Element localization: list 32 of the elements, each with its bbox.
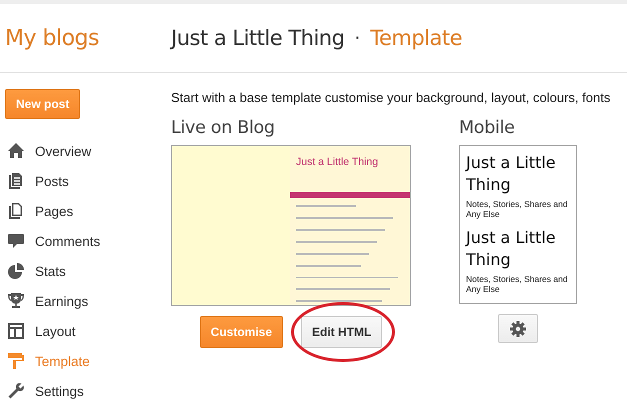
mobile-heading: Mobile — [459, 118, 516, 138]
document-icon — [7, 172, 25, 190]
live-heading: Live on Blog — [171, 118, 276, 138]
section-title: Template — [370, 26, 462, 50]
pages-icon — [7, 202, 25, 220]
layout-icon — [7, 322, 25, 340]
nav-item[interactable]: Posts — [5, 166, 171, 196]
mobile-blog-subtitle: Notes, Stories, Shares and Any Else — [466, 199, 569, 219]
edit-html-button[interactable]: Edit HTML — [301, 316, 382, 348]
mobile-blog-title: Just a Little Thing — [466, 152, 557, 196]
preview-text-line — [296, 264, 361, 266]
preview-text-line — [296, 205, 356, 208]
home-icon — [7, 142, 25, 160]
settings-button[interactable] — [498, 314, 538, 343]
nav-item[interactable]: Overview — [5, 136, 171, 166]
nav-item[interactable]: Layout — [5, 316, 171, 346]
mobile-blog-subtitle: Notes, Stories, Shares and Any Else — [466, 274, 569, 294]
nav-item[interactable]: Pages — [5, 196, 171, 226]
speech-bubble-icon — [7, 232, 25, 250]
intro-text: Start with a base template customise your background, layout, colours, fonts — [171, 90, 612, 106]
trophy-icon — [7, 292, 25, 310]
paint-roller-icon — [7, 352, 25, 370]
nav-item[interactable]: Earnings — [5, 286, 171, 316]
mobile-blog-title: Just a Little Thing — [466, 227, 557, 271]
separator-dot: · — [354, 28, 360, 48]
nav-item[interactable]: Stats — [5, 256, 171, 286]
preview-title: Just a Little Thing — [295, 156, 380, 168]
nav-item[interactable]: Comments — [5, 226, 171, 256]
blog-name: Just a Little Thing — [171, 26, 344, 50]
wrench-icon — [7, 382, 25, 400]
pie-chart-icon — [7, 262, 25, 280]
nav-item[interactable]: Settings — [5, 376, 171, 406]
